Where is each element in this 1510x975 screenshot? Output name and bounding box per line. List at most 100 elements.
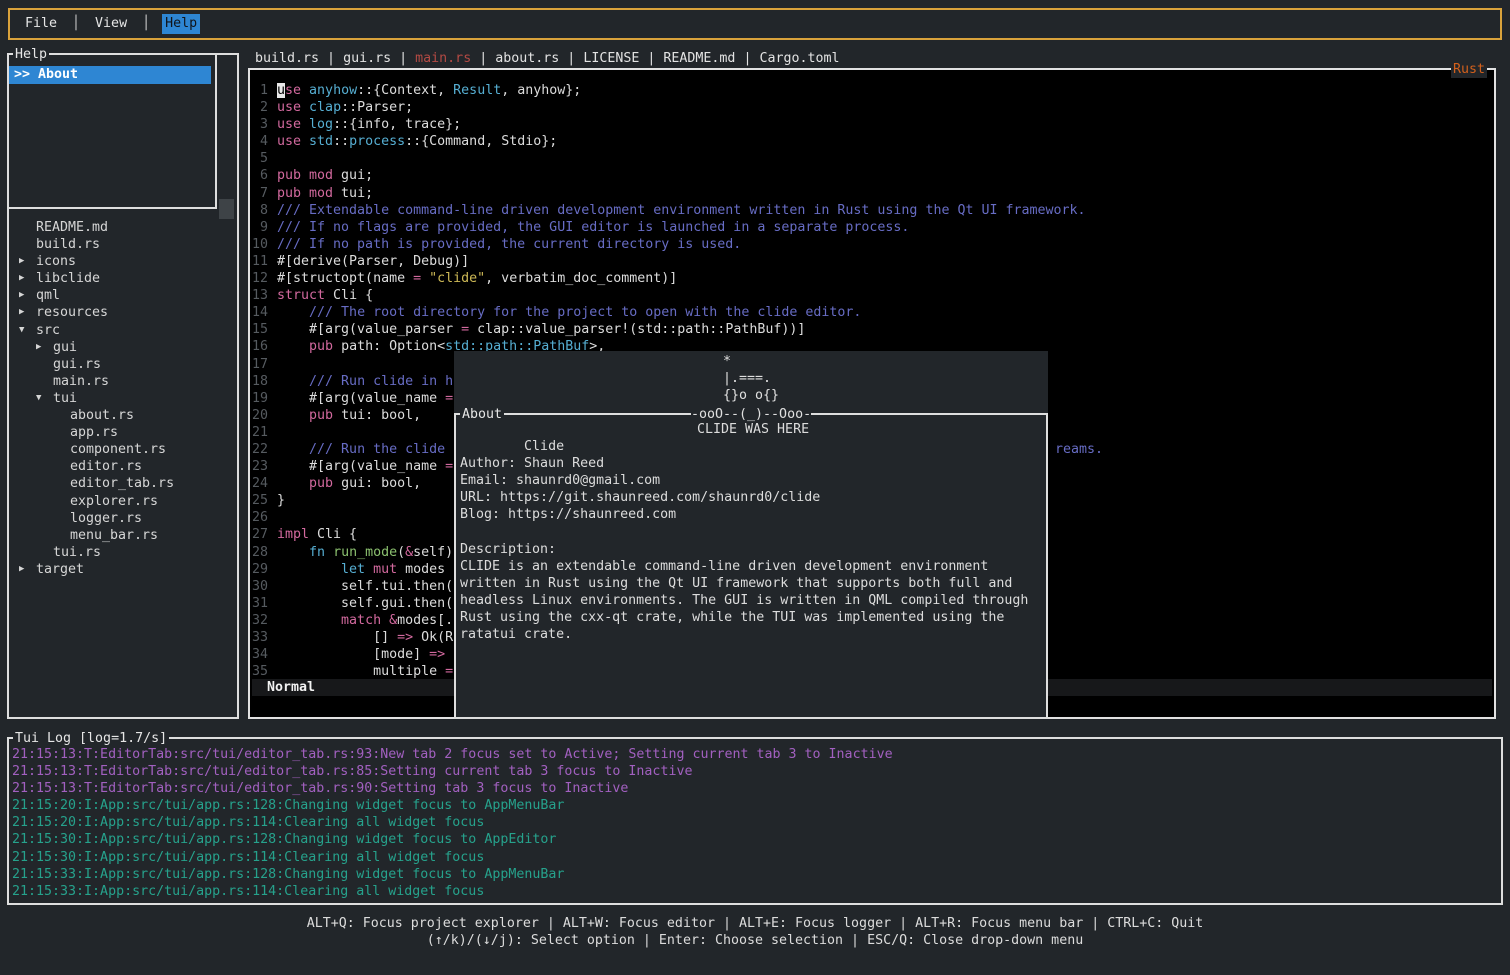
tui-log-panel[interactable]: Tui Log [log=1.7/s] 21:15:13:T:EditorTab… [7,737,1503,905]
tagline: CLIDE WAS HERE [697,421,809,438]
line-number: 14 [252,304,268,321]
file-tree-item[interactable]: ▶qml [9,287,235,304]
line-number: 24 [252,475,268,492]
log-entry: 21:15:33:I:App:src/tui/app.rs:128:Changi… [12,866,1499,883]
file-tree-item[interactable]: gui.rs [9,356,235,373]
line-number: 20 [252,407,268,424]
dropdown-item-about[interactable]: >> About [9,66,211,84]
tab-gui-rs[interactable]: gui.rs [343,51,391,66]
tab-about-rs[interactable]: about.rs [495,51,559,66]
file-tree-label: logger.rs [70,510,142,527]
code-token [277,562,341,577]
chevron-right-icon[interactable]: ▶ [19,270,36,287]
chevron-down-icon[interactable]: ▼ [36,390,53,407]
tab-build-rs[interactable]: build.rs [255,51,319,66]
line-number: 11 [252,253,268,270]
hint-line-1: ALT+Q: Focus project explorer | ALT+W: F… [0,915,1510,932]
about-text: Author: Shaun ReedEmail: shaunrd0@gmail.… [460,438,1046,643]
tab-cargo-toml[interactable]: Cargo.toml [759,51,839,66]
line-number: 23 [252,458,268,475]
file-tree-item[interactable]: ▶gui [9,339,235,356]
code-token: tui: bool, [333,408,421,423]
code-text: use std::process::{Command, Stdio}; [277,133,557,150]
file-tree-item[interactable]: ▶libclide [9,270,235,287]
file-tree-item[interactable]: explorer.rs [9,493,235,510]
code-text: } [277,492,285,509]
file-tree-item[interactable]: tui.rs [9,544,235,561]
file-tree-item[interactable]: README.md [9,219,235,236]
file-tree-item[interactable]: ▶resources [9,304,235,321]
file-tree-item[interactable]: ▼tui [9,390,235,407]
line-number: 5 [252,150,268,167]
tab-separator: | [319,51,343,66]
code-token: Ok(R [413,630,453,645]
file-tree-label: build.rs [36,236,100,253]
file-tree-item[interactable]: ▼src [9,322,235,339]
line-number: 6 [252,167,268,184]
code-token [325,545,333,560]
code-text: /// The root directory for the project t… [277,304,861,321]
line-number: 9 [252,219,268,236]
editor-tab-bar: build.rs | gui.rs | main.rs | about.rs |… [255,50,840,67]
file-tree-item[interactable]: build.rs [9,236,235,253]
line-number: 21 [252,424,268,441]
mode-indicator: Normal [267,679,315,696]
ascii-art: * |.===. {}o o{} [454,351,1048,413]
file-tree-item[interactable]: editor_tab.rs [9,475,235,492]
file-tree-item[interactable]: component.rs [9,441,235,458]
code-token: :: [333,134,349,149]
keybinding-hint-bar: ALT+Q: Focus project explorer | ALT+W: F… [0,915,1510,949]
code-token: #[structopt(name [277,271,413,286]
file-tree-item[interactable]: ▶icons [9,253,235,270]
code-token [301,134,309,149]
menu-item-help[interactable]: Help [162,14,200,33]
chevron-right-icon[interactable]: ▶ [19,253,36,270]
code-text: [] => Ok(R [277,629,453,646]
chevron-right-icon[interactable]: ▶ [19,287,36,304]
tab-license[interactable]: LICENSE [583,51,639,66]
chevron-right-icon[interactable]: ▶ [36,339,53,356]
code-token: run_mode [333,545,397,560]
code-token: std [309,134,333,149]
explorer-scrollbar-thumb[interactable] [219,199,234,219]
file-tree-label: qml [36,287,60,304]
file-tree-item[interactable]: ▶target [9,561,235,578]
file-tree-item[interactable]: main.rs [9,373,235,390]
file-tree-item[interactable]: logger.rs [9,510,235,527]
line-number: 30 [252,578,268,595]
tab-readme-md[interactable]: README.md [663,51,735,66]
chevron-right-icon[interactable]: ▶ [19,561,36,578]
code-text: use clap::Parser; [277,99,413,116]
code-token: #[derive(Parser, Debug)] [277,254,469,269]
log-lines: 21:15:13:T:EditorTab:src/tui/editor_tab.… [12,746,1499,900]
menu-item-view[interactable]: View [92,14,130,33]
file-tree-item[interactable]: about.rs [9,407,235,424]
log-entry: 21:15:20:I:App:src/tui/app.rs:128:Changi… [12,797,1499,814]
code-text: multiple = [277,663,453,680]
file-tree-item[interactable]: menu_bar.rs [9,527,235,544]
code-token: #[arg(value_name [277,459,445,474]
code-token: pub [309,339,333,354]
code-token [421,271,429,286]
about-text-line: Email: shaunrd0@gmail.com [460,472,1046,489]
menu-item-file[interactable]: File [22,14,60,33]
code-token: /// The root directory for the project t… [309,305,861,320]
code-token: struct [277,288,325,303]
code-text: pub tui: bool, [277,407,421,424]
line-number: 4 [252,133,268,150]
code-text: let mut modes [277,561,445,578]
line-number: 29 [252,561,268,578]
tab-main-rs[interactable]: main.rs [415,51,471,66]
chevron-down-icon[interactable]: ▼ [19,322,36,339]
file-tree-item[interactable]: app.rs [9,424,235,441]
line-number: 31 [252,595,268,612]
code-text: use anyhow::{Context, Result, anyhow}; [277,82,581,99]
code-token: use [277,134,301,149]
chevron-right-icon[interactable]: ▶ [19,304,36,321]
code-text: self.tui.then( [277,578,453,595]
code-token: pub mod [277,186,333,201]
file-tree-label: explorer.rs [70,493,158,510]
code-token: #[arg(value_parser [277,322,461,337]
file-tree-item[interactable]: editor.rs [9,458,235,475]
code-token: ::{Command, Stdio}; [405,134,557,149]
